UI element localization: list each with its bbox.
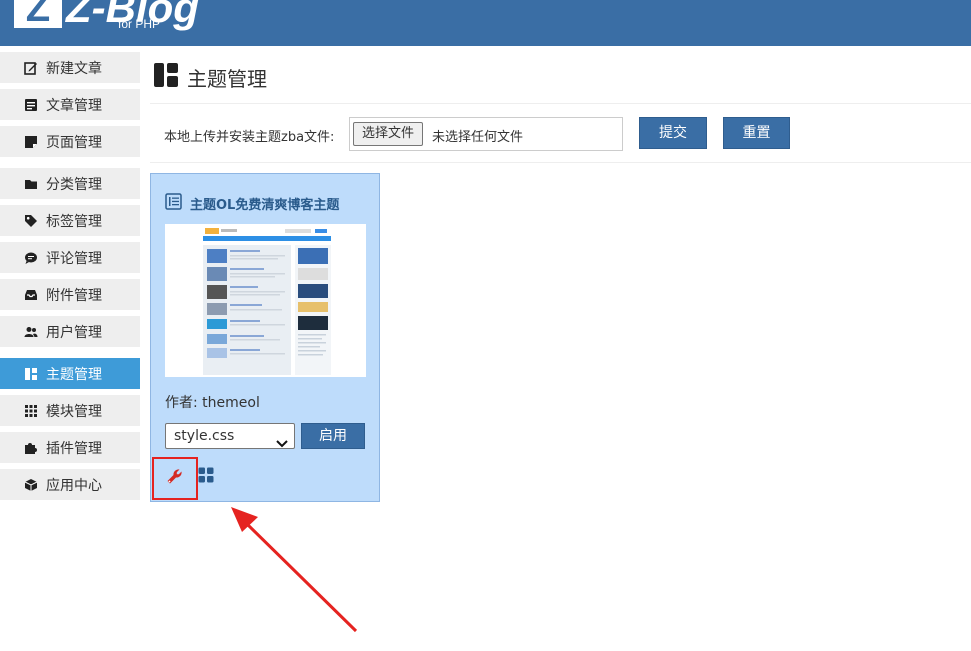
- sidebar-item-label: 评论管理: [46, 250, 102, 267]
- page-title-text: 主题管理: [187, 66, 267, 91]
- sidebar-item-comments[interactable]: 评论管理: [0, 242, 140, 273]
- sidebar-item-articles[interactable]: 文章管理: [0, 89, 140, 120]
- theme-card: 主题OL免费清爽博客主题 作者: themeol style.css 启用: [150, 173, 380, 502]
- sidebar-item-plugins[interactable]: 插件管理: [0, 432, 140, 463]
- box-icon: [24, 478, 38, 492]
- logo-mark: Z: [14, 0, 62, 30]
- chevron-down-icon: [276, 432, 288, 456]
- logo-subtitle: for PHP: [118, 17, 161, 31]
- theme-name: 主题OL免费清爽博客主题: [190, 198, 340, 213]
- sidebar-item-label: 用户管理: [46, 324, 102, 341]
- upload-label: 本地上传并安装主题zba文件:: [164, 130, 335, 145]
- tag-icon: [24, 214, 38, 228]
- grid-icon: [24, 404, 38, 418]
- file-status-text: 未选择任何文件: [432, 130, 524, 145]
- style-select-value: style.css: [174, 428, 235, 444]
- sidebar-item-users[interactable]: 用户管理: [0, 316, 140, 347]
- edit-icon: [24, 61, 38, 75]
- theme-upload-form: 本地上传并安装主题zba文件: 选择文件 未选择任何文件 提交 重置: [150, 103, 971, 163]
- theme-title: 主题OL免费清爽博客主题: [165, 193, 339, 214]
- page-icon: [24, 135, 38, 149]
- sidebar-item-label: 标签管理: [46, 213, 102, 230]
- grid-icon[interactable]: [198, 467, 214, 487]
- users-icon: [24, 325, 38, 339]
- sidebar-item-new-article[interactable]: 新建文章: [0, 52, 140, 83]
- inbox-icon: [24, 288, 38, 302]
- article-icon: [24, 98, 38, 112]
- puzzle-icon: [24, 441, 38, 455]
- sidebar-item-label: 文章管理: [46, 97, 102, 114]
- sidebar-item-themes[interactable]: 主题管理: [0, 358, 140, 389]
- top-header: Z Z-Blog for PHP: [0, 0, 971, 46]
- sidebar-item-modules[interactable]: 模块管理: [0, 395, 140, 426]
- sidebar-item-pages[interactable]: 页面管理: [0, 126, 140, 157]
- sidebar-item-label: 模块管理: [46, 403, 102, 420]
- submit-button[interactable]: 提交: [639, 117, 707, 149]
- sidebar-item-label: 页面管理: [46, 134, 102, 151]
- page-title: 主题管理: [153, 62, 267, 92]
- theme-list-icon: [165, 193, 182, 214]
- choose-file-button[interactable]: 选择文件: [353, 122, 424, 146]
- sidebar-item-label: 附件管理: [46, 287, 102, 304]
- folder-icon: [24, 177, 38, 191]
- layout-icon: [24, 367, 38, 381]
- sidebar-item-label: 应用中心: [46, 477, 102, 494]
- sidebar-item-label: 新建文章: [46, 60, 102, 77]
- sidebar-item-label: 主题管理: [46, 366, 102, 383]
- theme-preview-image: [165, 224, 366, 377]
- theme-author: 作者: themeol: [165, 395, 260, 411]
- layout-icon: [153, 62, 179, 92]
- sidebar-item-tags[interactable]: 标签管理: [0, 205, 140, 236]
- enable-theme-button[interactable]: 启用: [301, 423, 365, 449]
- sidebar-item-label: 分类管理: [46, 176, 102, 193]
- sidebar-item-categories[interactable]: 分类管理: [0, 168, 140, 199]
- reset-button[interactable]: 重置: [723, 117, 790, 149]
- sidebar-item-label: 插件管理: [46, 440, 102, 457]
- annotation-arrow: [231, 507, 358, 633]
- sidebar-item-attachments[interactable]: 附件管理: [0, 279, 140, 310]
- highlight-box: [152, 457, 198, 500]
- sidebar-item-app-center[interactable]: 应用中心: [0, 469, 140, 500]
- style-select[interactable]: style.css: [165, 423, 295, 449]
- comment-icon: [24, 251, 38, 265]
- file-input[interactable]: 选择文件 未选择任何文件: [349, 117, 623, 151]
